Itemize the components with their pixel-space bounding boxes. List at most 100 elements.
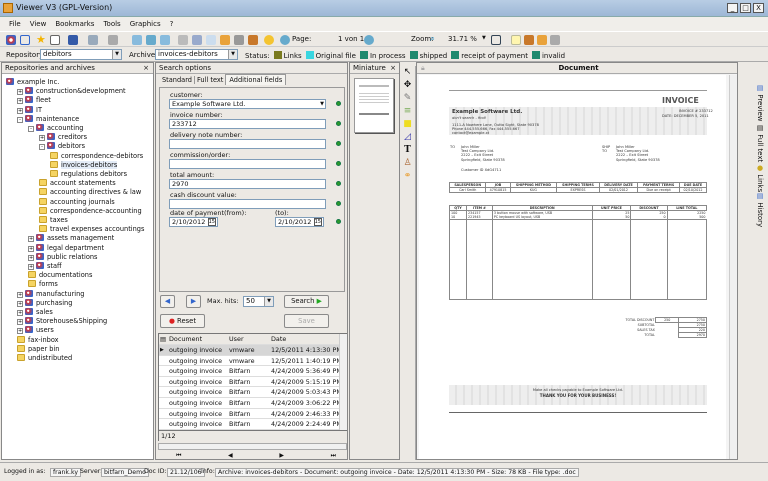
cash-discount-value-input[interactable] <box>169 199 326 209</box>
tree-item[interactable]: + legal department <box>28 243 104 253</box>
save-icon[interactable] <box>68 35 78 45</box>
tree-item[interactable]: + Storehouse&Shipping <box>17 317 107 326</box>
tree-item[interactable]: + users <box>17 326 54 335</box>
page-prev-icon[interactable] <box>280 35 290 45</box>
commission-order-input[interactable] <box>169 159 326 169</box>
status-shipped[interactable]: shipped <box>420 52 448 60</box>
move-icon[interactable]: ✥ <box>400 79 415 92</box>
horizontal-scrollbar[interactable] <box>158 443 347 450</box>
zoom-value[interactable]: 31.71 % <box>448 35 477 43</box>
tree-item[interactable]: fax-inbox <box>17 335 59 345</box>
next-button[interactable]: ▶ <box>186 295 201 308</box>
star-icon[interactable]: ★ <box>36 34 46 45</box>
save-button[interactable]: Save <box>284 314 329 328</box>
table-row[interactable]: ▶ outgoing invoice vmware 12/5/2011 4:13:30… <box>159 345 342 356</box>
table-row[interactable]: outgoing invoice Bitfarn 4/24/2009 5:03:43… <box>159 387 342 398</box>
expand-icon[interactable]: + <box>28 254 34 261</box>
table-row[interactable]: outgoing invoice Bitfarn 4/24/2009 2:24:49… <box>159 419 342 430</box>
zoom-dropdown-icon[interactable]: ▼ <box>482 35 486 41</box>
tab-preview[interactable]: ▤ Preview <box>744 84 764 121</box>
tree-item[interactable]: accounting directives & law <box>39 188 141 197</box>
link-icon[interactable]: ⚭ <box>400 170 415 183</box>
close-icon[interactable]: × <box>390 63 396 74</box>
copy-icon[interactable] <box>206 35 216 45</box>
lock-icon[interactable]: 🔒︎ <box>421 63 425 74</box>
close-button[interactable]: X <box>753 3 764 13</box>
tree-item[interactable]: + sales <box>17 308 53 317</box>
chevron-down-icon[interactable]: ▼ <box>264 297 273 306</box>
table-row[interactable]: outgoing invoice Bitfarn 4/24/2009 5:36:49… <box>159 366 342 377</box>
search-button[interactable]: Search ▶ <box>284 295 329 308</box>
sticky-note-icon[interactable]: ■ <box>400 118 415 131</box>
tree-item[interactable]: + IT <box>17 105 42 115</box>
tree-item[interactable]: + creditors <box>39 133 87 142</box>
status-invalid[interactable]: invalid <box>542 52 565 60</box>
lock-icon[interactable] <box>264 35 274 45</box>
column-document[interactable]: Document <box>169 334 202 344</box>
table-row[interactable]: outgoing invoice Bitfarn 4/24/2009 5:15:19… <box>159 377 342 388</box>
menu-tools[interactable]: Tools <box>103 20 120 28</box>
tree-item[interactable]: taxes <box>39 216 68 225</box>
highlight-icon[interactable]: ≡ <box>400 105 415 118</box>
date-to-input[interactable]: 2/10/2012 15 <box>275 217 324 227</box>
status-receipt-of-payment[interactable]: receipt of payment <box>461 52 528 60</box>
tab-full-text[interactable]: ▤ Full text <box>744 124 764 162</box>
archive-icon[interactable] <box>20 35 30 45</box>
chevron-down-icon[interactable]: ▼ <box>320 100 324 108</box>
tree-item[interactable]: accounting journals <box>39 197 115 207</box>
delivery-note-number-input[interactable] <box>169 139 326 149</box>
expand-icon[interactable]: + <box>17 107 23 114</box>
expand-icon[interactable]: + <box>17 98 23 105</box>
expand-icon[interactable]: + <box>28 236 34 243</box>
tab-full-text[interactable]: Full text <box>195 76 225 84</box>
menu-graphics[interactable]: Graphics <box>130 20 161 28</box>
tree-item[interactable]: + fleet <box>17 96 51 105</box>
tree-item[interactable]: regulations debitors <box>50 170 127 179</box>
page-thumbnail[interactable] <box>354 78 394 133</box>
new-document-icon[interactable] <box>50 35 60 45</box>
tree-item[interactable]: account statements <box>39 179 116 188</box>
expand-icon[interactable]: + <box>28 264 34 270</box>
table-row[interactable]: outgoing invoice Bitfarn 4/24/2009 2:46:33… <box>159 409 342 420</box>
print-icon[interactable] <box>108 35 118 45</box>
reset-button[interactable]: ● Reset <box>160 314 205 328</box>
expand-icon[interactable]: + <box>28 245 34 252</box>
binder-icon[interactable] <box>248 35 258 45</box>
tree-item[interactable]: travel expenses accountings <box>39 225 144 234</box>
repository-select[interactable]: debitors ▼ <box>40 49 122 60</box>
column-user[interactable]: User <box>229 334 244 344</box>
archive-select[interactable]: invoices-debitors ▼ <box>155 49 238 60</box>
tree-item[interactable]: paper bin <box>17 344 59 354</box>
menu-file[interactable]: File <box>9 20 21 28</box>
tree-item[interactable]: + public relations <box>28 252 98 262</box>
expand-icon[interactable]: + <box>17 291 23 298</box>
repository-icon[interactable] <box>6 35 16 45</box>
menu-view[interactable]: View <box>30 20 47 28</box>
tab-history[interactable]: ▤ History <box>744 192 764 227</box>
forward-icon[interactable] <box>160 35 170 45</box>
first-record-icon[interactable]: ⏮ <box>176 452 181 460</box>
expand-icon[interactable]: + <box>17 310 23 316</box>
gray-icon[interactable] <box>550 35 560 45</box>
tree-item[interactable]: forms <box>28 280 58 289</box>
stack-icon[interactable] <box>234 35 244 45</box>
tree-item[interactable]: example Inc. <box>6 78 59 87</box>
tree-item[interactable]: undistributed <box>17 354 72 363</box>
minimize-button[interactable]: _ <box>727 3 738 13</box>
calendar-icon[interactable]: 15 <box>207 218 216 226</box>
calendar-icon[interactable]: 15 <box>313 218 322 226</box>
date-from-input[interactable]: 2/10/2012 15 <box>169 217 218 227</box>
expand-icon[interactable]: + <box>17 319 23 326</box>
status-in-process[interactable]: In process <box>370 52 406 60</box>
collapse-icon[interactable]: - <box>28 126 34 132</box>
tab-links[interactable]: ● Links <box>744 164 764 192</box>
expand-icon[interactable]: + <box>17 300 23 307</box>
back-icon[interactable] <box>132 35 142 45</box>
tab-standard[interactable]: Standard <box>160 76 195 84</box>
text-icon[interactable]: T <box>400 144 415 157</box>
collapse-icon[interactable]: - <box>17 116 23 123</box>
select-pointer-icon[interactable]: ↖ <box>400 66 415 79</box>
document-icon[interactable] <box>178 35 188 45</box>
pencil-icon[interactable]: ✎ <box>400 92 415 105</box>
tree-item[interactable]: correspondence-accounting <box>39 206 142 216</box>
